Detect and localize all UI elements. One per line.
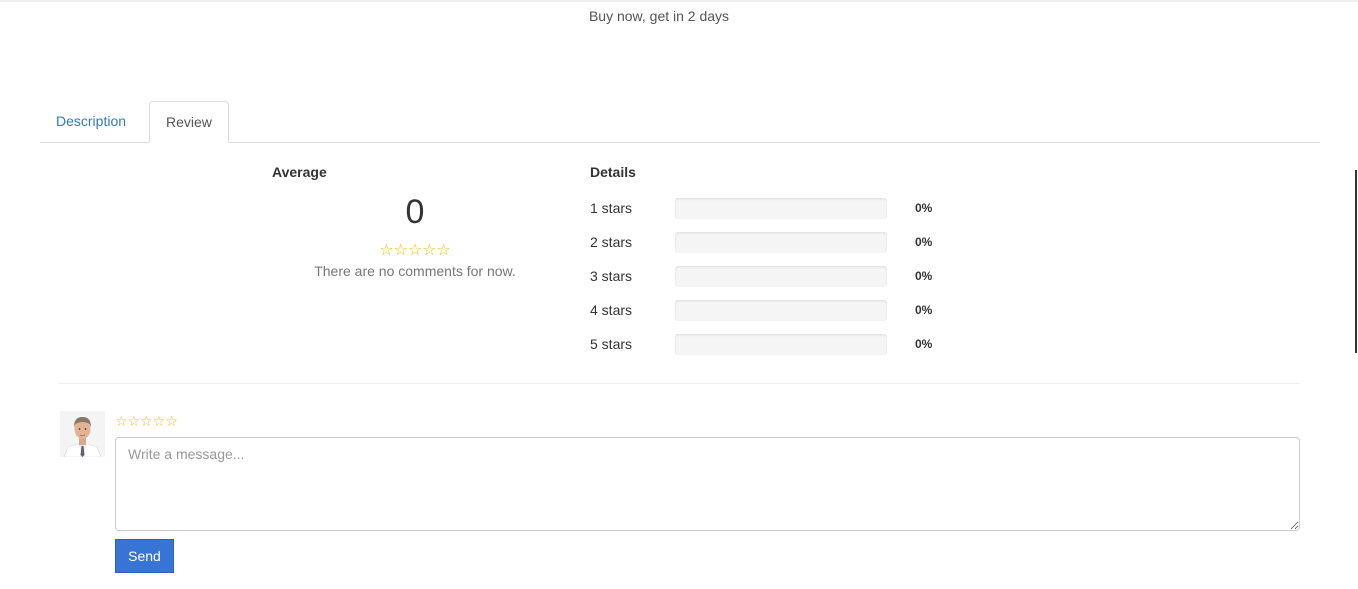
rating-row-label: 3 stars: [590, 268, 633, 284]
tab-review[interactable]: Review: [149, 101, 229, 143]
rating-row-percent: 0%: [915, 235, 933, 249]
delivery-info: Buy now, get in 2 days: [588, 8, 730, 24]
rating-input-stars[interactable]: ☆☆☆☆☆: [115, 413, 178, 429]
rating-row-percent: 0%: [915, 303, 933, 317]
rating-row-3: 3 stars 0%: [590, 266, 970, 288]
rating-progress-bar: [675, 266, 887, 287]
details-title: Details: [590, 164, 636, 180]
product-review-page: Buy now, get in 2 days Description Revie…: [0, 0, 1358, 589]
rating-row-label: 2 stars: [590, 234, 633, 250]
no-comments-message: There are no comments for now.: [314, 263, 516, 279]
scrollbar-thumb[interactable]: [1355, 170, 1357, 353]
average-rating-value: 0: [405, 193, 425, 231]
average-title: Average: [272, 164, 327, 180]
rating-row-percent: 0%: [915, 269, 933, 283]
rating-progress-bar: [675, 232, 887, 253]
tab-description[interactable]: Description: [40, 101, 142, 143]
rating-row-percent: 0%: [915, 201, 933, 215]
product-tabs: Description Review: [40, 101, 1320, 143]
rating-progress-bar: [675, 198, 887, 219]
rating-row-label: 1 stars: [590, 200, 633, 216]
rating-row-1: 1 stars 0%: [590, 198, 970, 220]
rating-row-label: 4 stars: [590, 302, 633, 318]
avatar-portrait-icon: [60, 411, 105, 457]
rating-row-label: 5 stars: [590, 336, 633, 352]
rating-row-2: 2 stars 0%: [590, 232, 970, 254]
rating-progress-bar: [675, 300, 887, 321]
send-button[interactable]: Send: [115, 539, 174, 573]
average-star-rating: ☆☆☆☆☆: [379, 242, 451, 259]
message-input[interactable]: [115, 437, 1300, 531]
rating-row-5: 5 stars 0%: [590, 334, 970, 356]
user-avatar: [60, 411, 105, 457]
rating-progress-bar: [675, 334, 887, 355]
section-divider: [59, 383, 1300, 384]
rating-row-percent: 0%: [915, 337, 933, 351]
top-border: [0, 0, 1358, 2]
rating-row-4: 4 stars 0%: [590, 300, 970, 322]
